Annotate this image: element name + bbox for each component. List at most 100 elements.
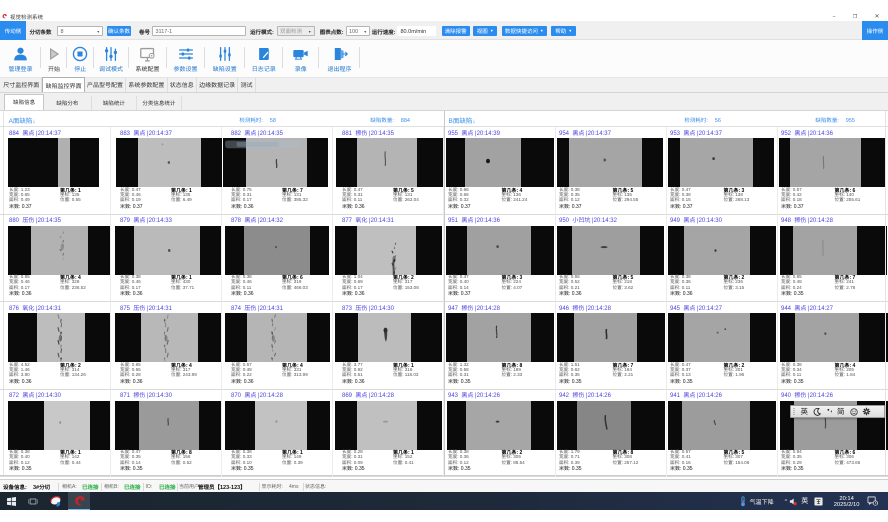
main-tab-2[interactable]: 缺陷监控界面 bbox=[42, 77, 84, 92]
tray-expand-chevron-icon[interactable]: ^ bbox=[785, 497, 788, 505]
defect-cell-955[interactable]: 955 黑点 |20:14:39长度: 0.66宽度: 0.66面积: 0.32… bbox=[445, 127, 556, 215]
strip-count-select[interactable]: 8▼ bbox=[57, 26, 103, 36]
defect-cell-943[interactable]: 943 黑点 |20:14:26长度: 0.38宽度: 0.36面积: 0.12… bbox=[445, 390, 556, 478]
defect-image[interactable] bbox=[115, 226, 221, 275]
defect-image[interactable] bbox=[115, 401, 221, 450]
close-button[interactable]: ✕ bbox=[872, 13, 882, 21]
defect-cell-954[interactable]: 954 黑点 |20:14:37长度: 0.38宽度: 0.35面积: 0.12… bbox=[556, 127, 667, 215]
main-tab-1[interactable]: 尺寸监控界面 bbox=[1, 78, 42, 92]
defect-cell-950[interactable]: 950 小凹坑 |20:14:32长度: 0.66宽度: 0.52面积: 0.2… bbox=[556, 215, 667, 303]
defect-image[interactable] bbox=[557, 138, 663, 187]
toolbar-button-play[interactable]: 开始 bbox=[41, 40, 67, 77]
toolbar-button-debug-sliders[interactable]: 调试模式 bbox=[94, 40, 129, 77]
active-app-taskbar-button[interactable] bbox=[68, 492, 90, 510]
defect-cell-870[interactable]: 870 黑点 |20:14:28长度: 0.38宽度: 0.33面积: 0.10… bbox=[222, 390, 333, 478]
defect-image[interactable] bbox=[116, 138, 222, 187]
defect-cell-874[interactable]: 874 压伤 |20:14:31长度: 0.57宽度: 0.48面积: 0.22… bbox=[222, 302, 333, 390]
defect-cell-869[interactable]: 869 黑点 |20:14:28长度: 0.28宽度: 0.31面积: 0.09… bbox=[333, 390, 444, 478]
defect-cell-953[interactable]: 953 黑点 |20:14:37长度: 0.47宽度: 0.38面积: 0.15… bbox=[667, 127, 778, 215]
volume-icon[interactable] bbox=[789, 497, 798, 506]
defect-cell-878[interactable]: 878 黑点 |20:14:32长度: 0.38宽度: 0.46面积: 0.11… bbox=[222, 215, 333, 303]
ime-settings-gear-icon[interactable] bbox=[862, 407, 871, 416]
data-quick-access-button[interactable]: 数据快捷访问▼ bbox=[502, 26, 548, 36]
toolbar-button-vsliders[interactable]: 缺陷设置 bbox=[205, 40, 246, 77]
defect-image[interactable] bbox=[446, 226, 554, 275]
main-tab-7[interactable]: 测试 bbox=[238, 78, 255, 92]
defect-image[interactable] bbox=[115, 313, 221, 362]
defect-image[interactable] bbox=[335, 313, 443, 362]
toolbar-button-hsliders[interactable]: 参数设置 bbox=[167, 40, 205, 77]
defect-image[interactable] bbox=[780, 313, 888, 362]
defect-image[interactable] bbox=[225, 401, 330, 450]
panel-title[interactable]: B面缺陷↓ bbox=[449, 115, 476, 125]
defect-cell-946[interactable]: 946 擦伤 |20:14:28长度: 1.51宽度: 0.62面积: 0.35… bbox=[556, 302, 667, 390]
notification-center-icon[interactable] bbox=[867, 496, 878, 506]
main-tab-4[interactable]: 系统参数配置 bbox=[126, 78, 167, 92]
chart-points-select[interactable]: 100▼ bbox=[346, 26, 371, 36]
defect-image[interactable] bbox=[446, 313, 554, 362]
defect-image[interactable] bbox=[668, 401, 776, 450]
task-view-button[interactable] bbox=[26, 492, 40, 510]
defect-cell-945[interactable]: 945 黑点 |20:14:27长度: 0.47宽度: 0.37面积: 0.13… bbox=[667, 302, 778, 390]
sub-tab-4[interactable]: 分类信息统计 bbox=[137, 96, 182, 110]
defect-image[interactable] bbox=[668, 138, 774, 187]
defect-image[interactable] bbox=[8, 401, 111, 450]
defect-cell-879[interactable]: 879 黑点 |20:14:33长度: 0.38宽度: 0.46面积: 0.17… bbox=[111, 215, 222, 303]
defect-cell-882[interactable]: 882 黑点 |20:14:35长度: 0.75宽度: 0.31面积: 0.17… bbox=[222, 127, 333, 215]
toolbar-button-camera[interactable]: 录像 bbox=[283, 40, 320, 77]
ime-punctuation-icon[interactable] bbox=[826, 408, 833, 415]
toolbar-button-monitor[interactable]: 系统配置 bbox=[129, 40, 167, 77]
defect-cell-949[interactable]: 949 黑点 |20:14:30长度: 0.38宽度: 0.36面积: 0.11… bbox=[667, 215, 778, 303]
ime-simplified-mode[interactable]: 简 bbox=[837, 406, 845, 417]
defect-image[interactable] bbox=[557, 401, 665, 450]
defect-image[interactable] bbox=[780, 226, 888, 275]
minimize-button[interactable]: – bbox=[829, 13, 839, 21]
defect-image[interactable] bbox=[335, 401, 443, 450]
defect-cell-872[interactable]: 872 黑点 |20:14:30长度: 0.38宽度: 0.40面积: 0.12… bbox=[0, 390, 111, 478]
defect-image[interactable] bbox=[8, 313, 111, 362]
defect-image[interactable] bbox=[447, 401, 555, 450]
panel-title[interactable]: A面缺陷↓ bbox=[9, 115, 36, 125]
defect-image[interactable] bbox=[557, 313, 665, 362]
ime-moon-icon[interactable] bbox=[813, 408, 821, 416]
defect-cell-941[interactable]: 941 黑点 |20:14:26长度: 0.57宽度: 0.41面积: 0.16… bbox=[667, 390, 778, 478]
sub-tab-2[interactable]: 缺陷分布 bbox=[44, 96, 92, 110]
defect-cell-875[interactable]: 875 压伤 |20:14:31长度: 0.85宽度: 0.55面积: 0.28… bbox=[111, 302, 222, 390]
toolbar-button-stop[interactable]: 停止 bbox=[67, 40, 94, 77]
defect-cell-884[interactable]: 884 黑点 |20:14:37长度: 1.23宽度: 0.65面积: 0.49… bbox=[0, 127, 111, 215]
defect-cell-876[interactable]: 876 氧化 |20:14:31长度: 4.52宽度: 1.46面积: 3.80… bbox=[0, 302, 111, 390]
defect-cell-877[interactable]: 877 氧化 |20:14:31长度: 1.04宽度: 0.69面积: 0.17… bbox=[333, 215, 444, 303]
defect-cell-871[interactable]: 871 擦伤 |20:14:30长度: 0.47宽度: 0.35面积: 0.14… bbox=[111, 390, 222, 478]
ime-mode-icon[interactable] bbox=[814, 497, 823, 506]
defect-image[interactable] bbox=[225, 313, 330, 362]
ime-lang-mode[interactable]: 英 bbox=[801, 406, 809, 417]
view-menu-button[interactable]: 视图▼ bbox=[473, 26, 497, 36]
defect-image[interactable] bbox=[8, 226, 111, 275]
defect-image[interactable] bbox=[8, 138, 99, 187]
defect-image[interactable] bbox=[225, 226, 329, 275]
taskbar-clock[interactable]: 20:14 2025/2/10 bbox=[834, 495, 860, 508]
maximize-button[interactable]: ❐ bbox=[850, 13, 860, 21]
defect-cell-881[interactable]: 881 擦伤 |20:14:35长度: 0.47宽度: 0.31面积: 0.11… bbox=[333, 127, 444, 215]
defect-cell-880[interactable]: 880 压伤 |20:14:35长度: 0.85宽度: 0.46面积: 0.17… bbox=[0, 215, 111, 303]
defect-image[interactable] bbox=[335, 226, 443, 275]
pinned-app-icon[interactable] bbox=[48, 492, 64, 510]
start-button[interactable] bbox=[4, 492, 18, 510]
main-tab-6[interactable]: 边缘数据记录 bbox=[197, 78, 238, 92]
defect-image[interactable] bbox=[336, 138, 444, 187]
weather-thermometer-icon[interactable] bbox=[739, 496, 747, 507]
defect-image[interactable] bbox=[779, 138, 885, 187]
roll-number-input[interactable]: 3117-1 bbox=[152, 26, 246, 36]
ime-emoji-icon[interactable] bbox=[850, 408, 858, 416]
toolbar-button-exit[interactable]: 退出程序 bbox=[319, 40, 360, 77]
sub-tab-3[interactable]: 缺陷统计 bbox=[92, 96, 137, 110]
ime-grip[interactable] bbox=[793, 408, 795, 416]
defect-cell-951[interactable]: 951 黑点 |20:14:36长度: 0.47宽度: 0.40面积: 0.14… bbox=[445, 215, 556, 303]
weather-text[interactable]: 气温下降 bbox=[750, 497, 774, 506]
defect-cell-883[interactable]: 883 黑点 |20:14:37长度: 0.47宽度: 0.46面积: 0.19… bbox=[111, 127, 222, 215]
defect-cell-944[interactable]: 944 黑点 |20:14:27长度: 0.38宽度: 0.34面积: 0.11… bbox=[778, 302, 888, 390]
sub-tab-1[interactable]: 缺陷信息 bbox=[4, 94, 44, 110]
defect-cell-952[interactable]: 952 黑点 |20:14:36长度: 0.57宽度: 0.42面积: 0.18… bbox=[778, 127, 888, 215]
defect-cell-940[interactable]: 940 擦伤 |20:14:26长度: 0.94宽度: 0.35面积: 0.29… bbox=[778, 390, 888, 478]
defect-image[interactable] bbox=[223, 138, 328, 187]
